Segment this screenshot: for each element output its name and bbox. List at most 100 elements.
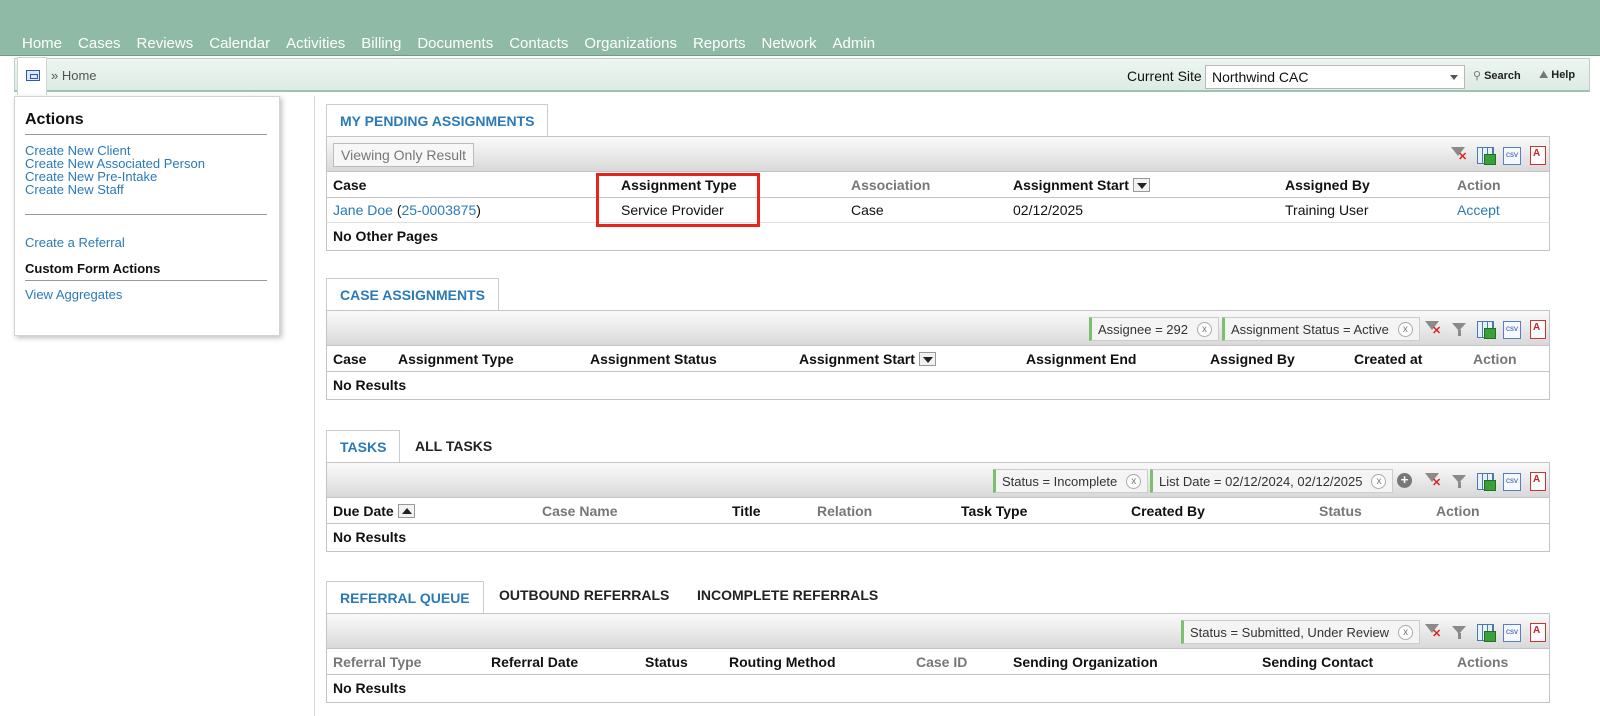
col-case[interactable]: Case — [333, 351, 366, 367]
col-assignment-start[interactable]: Assignment Start — [1013, 177, 1150, 193]
tab-referral-queue[interactable]: REFERRAL QUEUE — [326, 581, 484, 613]
no-results-text: No Results — [333, 377, 407, 393]
actions-panel: Actions Create New Client Create New Ass… — [14, 96, 280, 336]
col-title[interactable]: Title — [732, 503, 761, 519]
remove-filter-icon[interactable]: x — [1126, 474, 1142, 489]
breadcrumb-bar: » Home Current Site Northwind CAC ⚲ Searc… — [14, 57, 1590, 95]
csv-export-icon[interactable] — [1501, 319, 1521, 339]
remove-filter-icon[interactable]: x — [1196, 322, 1212, 337]
col-assignment-start[interactable]: Assignment Start — [799, 351, 936, 367]
remove-filter-icon[interactable]: x — [1371, 474, 1387, 489]
create-new-staff-link[interactable]: Create New Staff — [25, 183, 124, 196]
clear-filter-icon[interactable] — [1423, 319, 1443, 339]
pdf-export-icon[interactable] — [1527, 145, 1547, 165]
no-other-pages-text: No Other Pages — [333, 228, 439, 244]
col-case[interactable]: Case — [333, 177, 366, 193]
col-assignment-type[interactable]: Assignment Type — [398, 351, 514, 367]
custom-form-actions-label: Custom Form Actions — [25, 261, 161, 276]
col-referral-date[interactable]: Referral Date — [491, 654, 578, 670]
pdf-export-icon[interactable] — [1527, 319, 1547, 339]
nav-reviews[interactable]: Reviews — [137, 35, 194, 52]
nav-contacts[interactable]: Contacts — [509, 35, 568, 52]
association-cell: Case — [851, 202, 884, 218]
columns-icon[interactable] — [1475, 622, 1496, 642]
csv-export-icon[interactable] — [1501, 145, 1521, 165]
nav-documents[interactable]: Documents — [417, 35, 493, 52]
col-created-by[interactable]: Created By — [1131, 503, 1205, 519]
pdf-export-icon[interactable] — [1527, 471, 1547, 491]
columns-icon[interactable] — [1475, 145, 1496, 165]
filter-icon[interactable] — [1449, 622, 1469, 642]
view-aggregates-link[interactable]: View Aggregates — [25, 288, 122, 301]
col-routing-method[interactable]: Routing Method — [729, 654, 836, 670]
tab-all-tasks[interactable]: ALL TASKS — [402, 430, 505, 462]
nav-home[interactable]: Home — [22, 35, 62, 52]
clear-filter-icon[interactable] — [1423, 471, 1443, 491]
nav-reports[interactable]: Reports — [693, 35, 746, 52]
nav-cases[interactable]: Cases — [78, 35, 121, 52]
remove-filter-icon[interactable]: x — [1398, 625, 1414, 640]
create-referral-link[interactable]: Create a Referral — [25, 236, 125, 249]
filter-chip-label: List Date = 02/12/2024, 02/12/2025 — [1159, 474, 1363, 489]
search-link[interactable]: ⚲ Search — [1473, 69, 1521, 82]
clear-filter-icon[interactable] — [1423, 622, 1443, 642]
tab-tasks[interactable]: TASKS — [326, 430, 401, 462]
sort-desc-icon[interactable] — [918, 352, 936, 366]
nav-organizations[interactable]: Organizations — [584, 35, 677, 52]
columns-icon[interactable] — [1475, 471, 1496, 491]
col-status[interactable]: Status — [645, 654, 688, 670]
tab-my-pending-assignments[interactable]: MY PENDING ASSIGNMENTS — [326, 104, 549, 136]
home-page-icon[interactable] — [17, 57, 47, 95]
help-link[interactable]: ⛰ Help — [1539, 69, 1575, 82]
accept-link[interactable]: Accept — [1457, 202, 1500, 218]
col-due-date[interactable]: Due Date — [333, 503, 415, 519]
col-assigned-by[interactable]: Assigned By — [1285, 177, 1370, 193]
tab-incomplete-referrals[interactable]: INCOMPLETE REFERRALS — [684, 579, 891, 611]
assignment-start-cell: 02/12/2025 — [1013, 202, 1084, 218]
nav-network[interactable]: Network — [762, 35, 817, 52]
nav-admin[interactable]: Admin — [833, 35, 876, 52]
viewing-only-result-button[interactable]: Viewing Only Result — [333, 143, 475, 167]
col-relation: Relation — [817, 503, 873, 519]
nav-billing[interactable]: Billing — [361, 35, 401, 52]
case-name-link[interactable]: Jane Doe — [333, 202, 393, 218]
assigned-by-cell: Training User — [1285, 202, 1369, 218]
nav-calendar[interactable]: Calendar — [209, 35, 270, 52]
tab-outbound-referrals[interactable]: OUTBOUND REFERRALS — [486, 579, 682, 611]
sort-asc-icon[interactable] — [397, 504, 415, 518]
col-sending-contact[interactable]: Sending Contact — [1262, 654, 1373, 670]
divider — [25, 214, 267, 215]
csv-export-icon[interactable] — [1501, 471, 1521, 491]
no-results-text: No Results — [333, 529, 407, 545]
current-site-select[interactable]: Northwind CAC — [1205, 65, 1465, 89]
no-results-text: No Results — [333, 680, 407, 696]
add-icon[interactable] — [1395, 471, 1415, 491]
columns-icon[interactable] — [1475, 319, 1496, 339]
col-created-at[interactable]: Created at — [1354, 351, 1422, 367]
filter-chip-label: Status = Submitted, Under Review — [1190, 625, 1390, 640]
filter-icon[interactable] — [1449, 319, 1469, 339]
tab-case-assignments[interactable]: CASE ASSIGNMENTS — [326, 278, 499, 310]
csv-export-icon[interactable] — [1501, 622, 1521, 642]
help-icon: ⛰ — [1539, 69, 1549, 81]
filter-chip: Assignee = 292 x — [1089, 317, 1219, 341]
col-sending-organization[interactable]: Sending Organization — [1013, 654, 1158, 670]
sort-desc-icon[interactable] — [1132, 178, 1150, 192]
pdf-export-icon[interactable] — [1527, 622, 1547, 642]
case-cell: Jane Doe (25-0003875) — [333, 202, 481, 218]
filter-icon[interactable] — [1449, 471, 1469, 491]
col-assigned-by[interactable]: Assigned By — [1210, 351, 1295, 367]
case-number-link[interactable]: 25-0003875 — [402, 202, 477, 218]
col-assignment-status[interactable]: Assignment Status — [590, 351, 717, 367]
clear-filter-icon[interactable] — [1449, 145, 1469, 165]
nav-activities[interactable]: Activities — [286, 35, 345, 52]
help-label: Help — [1551, 69, 1576, 81]
referrals-toolbar: Status = Submitted, Under Review x — [326, 613, 1550, 649]
col-task-type[interactable]: Task Type — [961, 503, 1027, 519]
col-assignment-end[interactable]: Assignment End — [1026, 351, 1136, 367]
col-assignment-type[interactable]: Assignment Type — [621, 177, 737, 193]
remove-filter-icon[interactable]: x — [1397, 322, 1413, 337]
chevron-down-icon — [1450, 75, 1458, 80]
case-paren-close: ) — [476, 202, 481, 218]
filter-chip-label: Assignment Status = Active — [1231, 322, 1389, 337]
